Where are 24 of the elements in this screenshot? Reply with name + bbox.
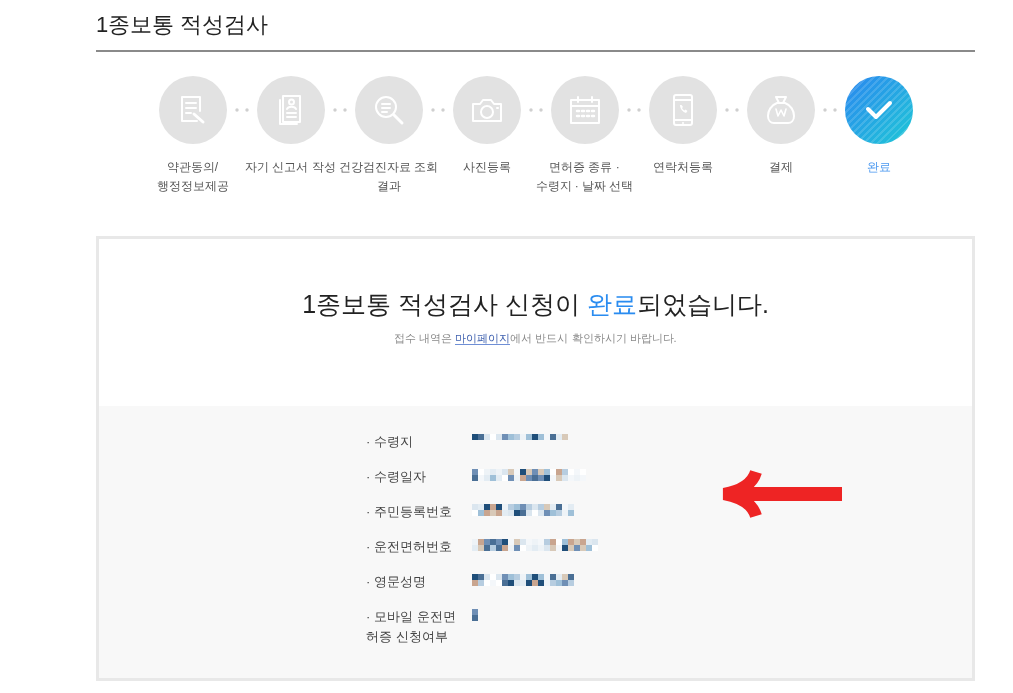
notice-text: 접수 내역은 마이페이지에서 반드시 확인하시기 바랍니다. [394, 331, 677, 347]
camera-icon [470, 97, 503, 123]
step-label: 면허증 종류 · 수령지 · 날짜 선택 [535, 159, 634, 195]
calendar-icon [568, 95, 601, 125]
detail-label: · 운전면허번호 [366, 538, 453, 556]
detail-label: · 수령지 [366, 433, 414, 451]
page-title: 1종보통 적성검사 [96, 11, 269, 39]
step-label: 약관동의/ 행정정보제공 [156, 159, 229, 195]
step-label: 연락처등록 [652, 159, 713, 176]
detail-label: · 영문성명 [366, 573, 427, 591]
detail-label: · 수령일자 [366, 468, 427, 486]
step-label: 사진등록 [462, 159, 511, 176]
detail-label: · 모바일 운전면허증 신청여부 [366, 608, 457, 646]
step-label: 건강검진자료 조회 결과 [338, 159, 439, 195]
money-bag-icon [764, 94, 797, 126]
smartphone-icon [671, 93, 694, 127]
step-label: 완료 [866, 159, 891, 176]
check-icon [864, 100, 893, 120]
mypage-link[interactable]: 마이페이지 [455, 332, 511, 345]
completion-heading: 1종보통 적성검사 신청이 완료되었습니다. [302, 289, 769, 320]
search-icon [372, 94, 405, 126]
step-label: 자기 신고서 작성 [245, 159, 336, 176]
step-label: 결제 [768, 159, 793, 176]
detail-label: · 주민등록번호 [366, 503, 453, 521]
